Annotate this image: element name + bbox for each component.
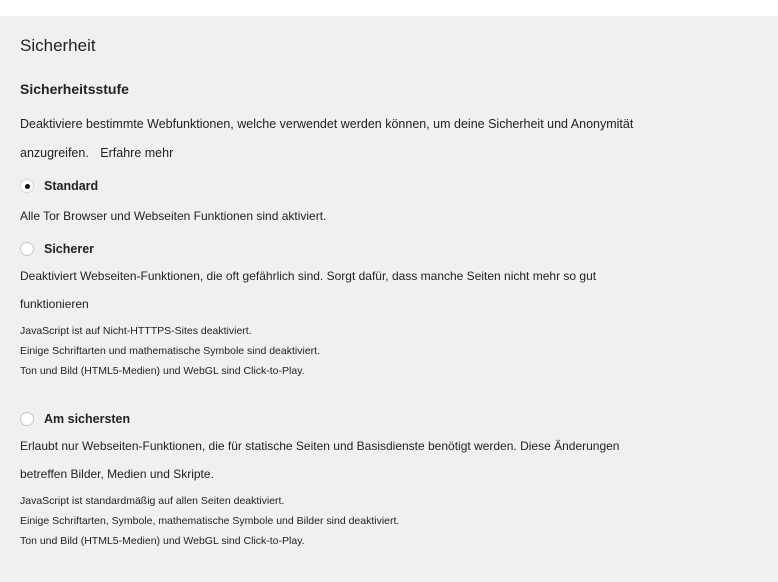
safest-description: Erlaubt nur Webseiten-Funktionen, die fü… [20,432,778,488]
safer-details: JavaScript ist auf Nicht-HTTTPS-Sites de… [20,321,778,381]
safer-detail-item: Einige Schriftarten und mathematische Sy… [20,345,320,357]
safer-detail-item: JavaScript ist auf Nicht-HTTTPS-Sites de… [20,325,252,337]
standard-label[interactable]: Standard [44,179,98,193]
safest-detail-item: Einige Schriftarten, Symbole, mathematis… [20,515,400,527]
safest-details: JavaScript ist standardmäßig auf allen S… [20,491,778,551]
security-option-standard: Standard Alle Tor Browser und Webseiten … [20,176,778,230]
description-line-2-container: anzugreifen. Erfahre mehr [20,139,770,168]
safest-detail-item: Ton und Bild (HTML5-Medien) und WebGL si… [20,535,305,547]
standard-radio-button[interactable] [20,179,34,193]
safest-radio-button[interactable] [20,412,34,426]
description-line-1: Deaktiviere bestimmte Webfunktionen, wel… [20,117,634,131]
security-level-heading: Sicherheitsstufe [20,81,129,97]
safest-detail-item: JavaScript ist standardmäßig auf allen S… [20,495,285,507]
safest-label[interactable]: Am sichersten [44,412,130,426]
safer-detail-item: Ton und Bild (HTML5-Medien) und WebGL si… [20,365,305,377]
safest-description-line-1: Erlaubt nur Webseiten-Funktionen, die fü… [20,439,620,453]
security-level-description: Deaktiviere bestimmte Webfunktionen, wel… [20,110,770,168]
safer-description-line-2: funktionieren [20,297,89,311]
safest-description-line-2: betreffen Bilder, Medien und Skripte. [20,467,214,481]
safer-description-line-1: Deaktiviert Webseiten-Funktionen, die of… [20,269,597,283]
security-option-safer: Sicherer Deaktiviert Webseiten-Funktione… [20,239,778,381]
page-title: Sicherheit [20,36,96,55]
standard-description: Alle Tor Browser und Webseiten Funktione… [20,209,327,223]
security-option-safest: Am sichersten Erlaubt nur Webseiten-Funk… [20,409,778,551]
learn-more-link[interactable]: Erfahre mehr [100,146,173,160]
safer-radio-row[interactable]: Sicherer [20,239,778,259]
safer-label[interactable]: Sicherer [44,242,94,256]
safest-radio-row[interactable]: Am sichersten [20,409,778,429]
safer-radio-button[interactable] [20,242,34,256]
description-line-2: anzugreifen. [20,146,89,160]
security-settings-panel: Sicherheit Sicherheitsstufe Deaktiviere … [0,16,778,582]
safer-description: Deaktiviert Webseiten-Funktionen, die of… [20,262,778,318]
standard-radio-row[interactable]: Standard [20,176,778,196]
